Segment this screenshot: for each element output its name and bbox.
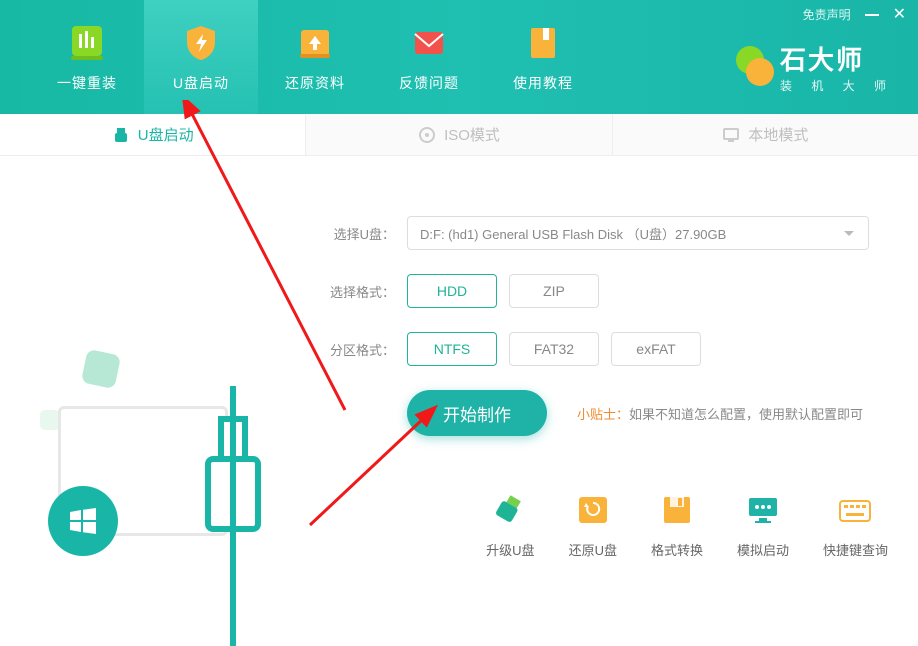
mode-label: U盘启动	[138, 124, 194, 145]
tool-upgrade-usb[interactable]: 升级U盘	[486, 492, 534, 559]
tool-restore-usb[interactable]: 还原U盘	[569, 492, 617, 559]
tool-simulate-boot[interactable]: 模拟启动	[737, 492, 789, 559]
nav-tutorial[interactable]: 使用教程	[486, 0, 600, 114]
partition-label: 分区格式：	[320, 340, 395, 359]
tool-label: 升级U盘	[486, 540, 534, 559]
mode-tab-local[interactable]: 本地模式	[613, 114, 918, 155]
start-button[interactable]: 开始制作	[407, 390, 547, 436]
nav-usb-boot[interactable]: U盘启动	[144, 0, 258, 114]
tip-prefix: 小贴士：	[577, 407, 629, 422]
mode-tabs: U盘启动 ISO模式 本地模式	[0, 114, 918, 156]
tool-label: 还原U盘	[569, 540, 617, 559]
monitor-icon	[745, 492, 781, 528]
main-area: 选择U盘： D:F: (hd1) General USB Flash Disk …	[0, 156, 918, 536]
usb-icon	[112, 126, 130, 144]
usb-upgrade-icon	[492, 492, 528, 528]
keyboard-icon	[837, 492, 873, 528]
nav-label: 还原资料	[285, 73, 345, 93]
footer-tools: 升级U盘 还原U盘 格式转换 模拟启动 快捷键查询	[486, 492, 888, 559]
tool-label: 模拟启动	[737, 540, 789, 559]
windows-icon	[48, 486, 118, 556]
disk-icon	[659, 492, 695, 528]
disclaimer-link[interactable]: 免责声明	[803, 6, 851, 23]
disk-select[interactable]: D:F: (hd1) General USB Flash Disk （U盘）27…	[407, 216, 869, 250]
partition-opt-exfat[interactable]: exFAT	[611, 332, 701, 366]
nav-label: 反馈问题	[399, 73, 459, 93]
mode-tab-usb[interactable]: U盘启动	[0, 114, 306, 155]
bar-chart-icon	[66, 21, 108, 63]
mail-icon	[408, 21, 450, 63]
main-nav: 一键重装 U盘启动 还原资料 反馈问题 使用教程	[30, 0, 600, 114]
tip-text: 小贴士：如果不知道怎么配置，使用默认配置即可	[577, 404, 863, 423]
tool-format-convert[interactable]: 格式转换	[651, 492, 703, 559]
disk-label: 选择U盘：	[320, 224, 395, 243]
tool-hotkey-query[interactable]: 快捷键查询	[823, 492, 888, 559]
tool-label: 快捷键查询	[823, 540, 888, 559]
window-controls: 免责声明 ✕	[803, 6, 906, 23]
tip-body: 如果不知道怎么配置，使用默认配置即可	[629, 407, 863, 422]
partition-opt-ntfs[interactable]: NTFS	[407, 332, 497, 366]
config-form: 选择U盘： D:F: (hd1) General USB Flash Disk …	[310, 156, 918, 536]
disk-value: D:F: (hd1) General USB Flash Disk （U盘）27…	[420, 224, 726, 243]
mode-label: 本地模式	[748, 124, 808, 145]
illustration	[0, 156, 310, 536]
iso-icon	[418, 126, 436, 144]
shield-bolt-icon	[180, 21, 222, 63]
nav-restore[interactable]: 还原资料	[258, 0, 372, 114]
restore-icon	[575, 492, 611, 528]
usb-cable-icon	[230, 386, 236, 646]
minimize-button[interactable]	[865, 14, 879, 16]
nav-reinstall[interactable]: 一键重装	[30, 0, 144, 114]
decor-badge-icon	[81, 349, 121, 389]
nav-label: 使用教程	[513, 73, 573, 93]
app-header: 一键重装 U盘启动 还原资料 反馈问题 使用教程 免责声	[0, 0, 918, 114]
tool-label: 格式转换	[651, 540, 703, 559]
decor-badge-icon	[40, 410, 60, 430]
upload-box-icon	[294, 21, 336, 63]
format-opt-zip[interactable]: ZIP	[509, 274, 599, 308]
mode-tab-iso[interactable]: ISO模式	[306, 114, 612, 155]
format-opt-hdd[interactable]: HDD	[407, 274, 497, 308]
brand-name: 石大师	[780, 40, 894, 77]
monitor-icon	[722, 126, 740, 144]
partition-opt-fat32[interactable]: FAT32	[509, 332, 599, 366]
nav-feedback[interactable]: 反馈问题	[372, 0, 486, 114]
close-button[interactable]: ✕	[893, 7, 906, 23]
brand-block: 石大师 装 机 大 师	[730, 40, 894, 94]
brand-tagline: 装 机 大 师	[780, 77, 894, 94]
mode-label: ISO模式	[444, 124, 500, 145]
book-icon	[522, 21, 564, 63]
nav-label: U盘启动	[173, 73, 229, 93]
brand-logo-icon	[730, 42, 780, 92]
nav-label: 一键重装	[57, 73, 117, 93]
format-label: 选择格式：	[320, 282, 395, 301]
